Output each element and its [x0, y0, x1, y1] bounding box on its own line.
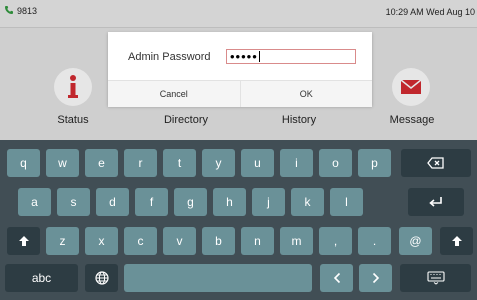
key-comma[interactable]: , — [319, 227, 352, 255]
key-z[interactable]: z — [46, 227, 79, 255]
key-j[interactable]: j — [252, 188, 285, 216]
abc-key[interactable]: abc — [5, 264, 78, 292]
envelope-icon[interactable] — [392, 68, 430, 106]
admin-password-dialog: Admin Password ••••• Cancel OK — [108, 32, 372, 107]
home-label-message[interactable]: Message — [372, 114, 452, 126]
key-w[interactable]: w — [46, 149, 79, 177]
left-arrow-key[interactable] — [320, 264, 353, 292]
key-i[interactable]: i — [280, 149, 313, 177]
on-screen-keyboard: q w e r t y u i o p a s d f g h j k l z … — [0, 140, 477, 300]
dialog-buttons: Cancel OK — [108, 80, 372, 107]
shift-icon — [18, 236, 29, 246]
key-f[interactable]: f — [135, 188, 168, 216]
key-e[interactable]: e — [85, 149, 118, 177]
shift-icon — [451, 236, 462, 246]
key-v[interactable]: v — [163, 227, 196, 255]
key-d[interactable]: d — [96, 188, 129, 216]
enter-key[interactable] — [408, 188, 464, 216]
ok-button[interactable]: OK — [239, 81, 372, 107]
key-m[interactable]: m — [280, 227, 313, 255]
status-datetime: 10:29 AM Wed Aug 10 — [385, 7, 475, 17]
extension-number: 9813 — [17, 6, 38, 16]
text-caret — [258, 51, 260, 62]
status-left: 9813 — [4, 5, 37, 17]
key-period[interactable]: . — [358, 227, 391, 255]
dialog-label: Admin Password — [128, 51, 211, 63]
key-x[interactable]: x — [85, 227, 118, 255]
shift-key-left[interactable] — [7, 227, 40, 255]
password-value: ••••• — [230, 49, 258, 64]
key-y[interactable]: y — [202, 149, 235, 177]
chevron-left-icon — [333, 272, 340, 284]
info-icon[interactable] — [54, 68, 92, 106]
key-s[interactable]: s — [57, 188, 90, 216]
key-a[interactable]: a — [18, 188, 51, 216]
right-arrow-key[interactable] — [359, 264, 392, 292]
shift-key-right[interactable] — [440, 227, 473, 255]
keyboard-icon — [426, 271, 445, 285]
key-p[interactable]: p — [358, 149, 391, 177]
backspace-key[interactable] — [401, 149, 471, 177]
globe-key[interactable] — [85, 264, 118, 292]
status-bar: 9813 10:29 AM Wed Aug 10 — [0, 0, 477, 28]
phone-icon — [4, 5, 14, 17]
key-q[interactable]: q — [7, 149, 40, 177]
home-label-history[interactable]: History — [259, 114, 339, 126]
key-r[interactable]: r — [124, 149, 157, 177]
key-n[interactable]: n — [241, 227, 274, 255]
key-c[interactable]: c — [124, 227, 157, 255]
backspace-icon — [427, 157, 444, 169]
chevron-right-icon — [372, 272, 379, 284]
space-key[interactable] — [124, 264, 312, 292]
globe-icon — [94, 271, 109, 285]
key-l[interactable]: l — [330, 188, 363, 216]
key-u[interactable]: u — [241, 149, 274, 177]
password-input[interactable]: ••••• — [226, 49, 356, 64]
home-label-directory[interactable]: Directory — [146, 114, 226, 126]
key-o[interactable]: o — [319, 149, 352, 177]
home-label-status[interactable]: Status — [33, 114, 113, 126]
key-b[interactable]: b — [202, 227, 235, 255]
key-t[interactable]: t — [163, 149, 196, 177]
key-k[interactable]: k — [291, 188, 324, 216]
enter-icon — [429, 197, 442, 207]
key-h[interactable]: h — [213, 188, 246, 216]
key-g[interactable]: g — [174, 188, 207, 216]
cancel-button[interactable]: Cancel — [108, 81, 240, 107]
hide-keyboard-key[interactable] — [400, 264, 471, 292]
key-at[interactable]: @ — [399, 227, 432, 255]
